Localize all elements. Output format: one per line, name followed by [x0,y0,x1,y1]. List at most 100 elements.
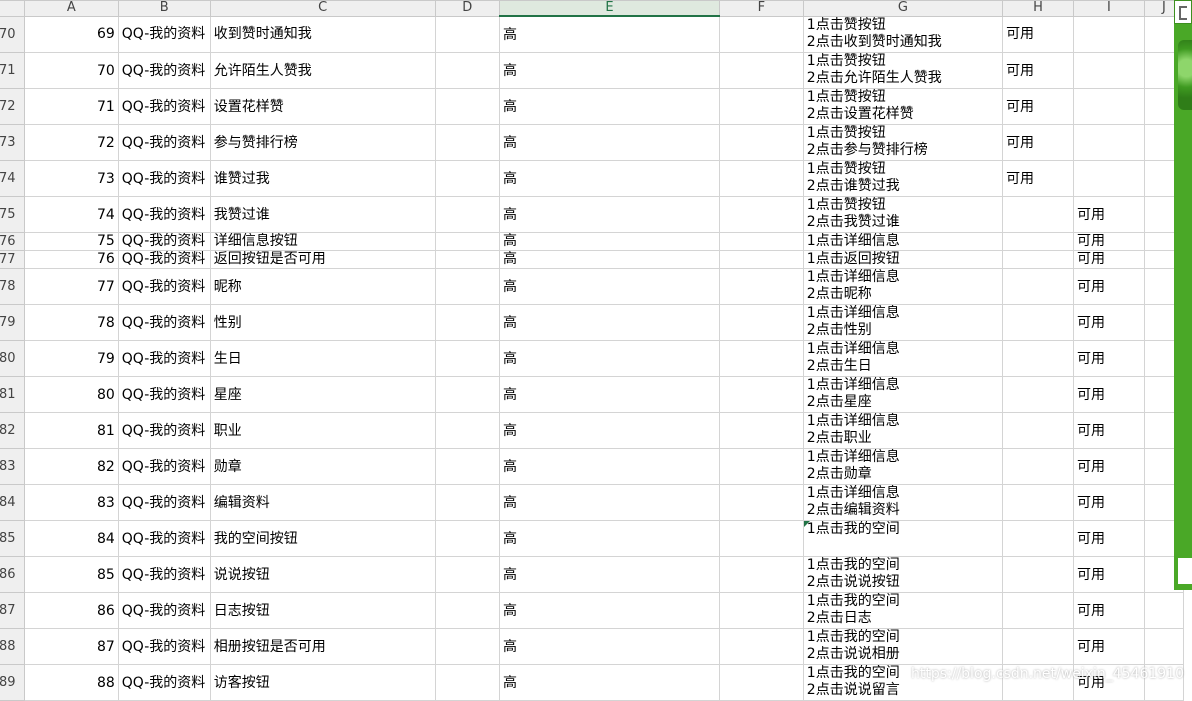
cell-g[interactable]: 1点击赞按钮 2点击设置花样赞 [802,88,1004,125]
cell-h[interactable] [1002,412,1074,449]
cell-j[interactable] [1143,628,1185,665]
cell-g[interactable]: 1点击详细信息 2点击职业 [802,412,1004,449]
column-header-a[interactable]: A [23,0,119,17]
row-header[interactable]: 87 [0,592,25,629]
cell-e[interactable]: 高 [498,484,721,521]
cell-f[interactable] [719,160,804,197]
row-header[interactable]: 85 [0,520,25,557]
cell-d[interactable] [434,88,500,125]
cell-h[interactable]: 可用 [1002,124,1074,161]
cell-b[interactable]: QQ-我的资料 [117,556,211,593]
cell-c[interactable]: 参与赞排行榜 [209,124,436,161]
cell-e[interactable]: 高 [498,196,721,233]
cell-i[interactable]: 可用 [1072,592,1145,629]
cell-h[interactable] [1002,556,1074,593]
cell-d[interactable] [434,15,500,53]
column-header-i[interactable]: I [1072,0,1145,17]
cell-c[interactable]: 性别 [209,304,436,341]
cell-b[interactable]: QQ-我的资料 [117,448,211,485]
cell-c[interactable]: 昵称 [209,268,436,305]
cell-g[interactable]: 1点击赞按钮 2点击参与赞排行榜 [802,124,1004,161]
column-header-e[interactable]: E [498,0,721,17]
cell-b[interactable]: QQ-我的资料 [117,628,211,665]
spreadsheet-grid[interactable]: ABCDEFGHIJ 70 69 QQ-我的资料 收到赞时通知我高 1点击赞按钮 2点击收… [0,0,1192,701]
cell-i[interactable] [1072,52,1145,89]
cell-f[interactable] [719,340,804,377]
row-header[interactable]: 83 [0,448,25,485]
row-header[interactable]: 72 [0,88,25,125]
cell-d[interactable] [434,412,500,449]
cell-e[interactable]: 高 [498,556,721,593]
cell-f[interactable] [719,664,804,701]
cell-g[interactable]: 1点击详细信息 2点击生日 [802,340,1004,377]
cell-b[interactable]: QQ-我的资料 [117,664,211,701]
cell-f[interactable] [719,268,804,305]
cell-h[interactable] [1002,592,1074,629]
cell-e[interactable]: 高 [498,628,721,665]
cell-g[interactable]: 1点击详细信息 2点击性别 [802,304,1004,341]
cell-e[interactable]: 高 [498,376,721,413]
cell-a[interactable]: 84 [23,520,119,557]
cell-i[interactable]: 可用 [1072,250,1145,269]
cell-a[interactable]: 78 [23,304,119,341]
cell-g[interactable]: 1点击详细信息 2点击编辑资料 [802,484,1004,521]
cell-a[interactable]: 79 [23,340,119,377]
cell-h[interactable] [1002,304,1074,341]
cell-i[interactable] [1072,88,1145,125]
cell-h[interactable] [1002,232,1074,251]
cell-b[interactable]: QQ-我的资料 [117,376,211,413]
cell-h[interactable] [1002,484,1074,521]
cell-b[interactable]: QQ-我的资料 [117,268,211,305]
cell-a[interactable]: 77 [23,268,119,305]
cell-f[interactable] [719,124,804,161]
cell-b[interactable]: QQ-我的资料 [117,484,211,521]
cell-e[interactable]: 高 [498,250,721,269]
cell-e[interactable]: 高 [498,340,721,377]
cell-i[interactable]: 可用 [1072,484,1145,521]
cell-a[interactable]: 71 [23,88,119,125]
cell-i[interactable]: 可用 [1072,340,1145,377]
cell-f[interactable] [719,448,804,485]
cell-e[interactable]: 高 [498,268,721,305]
cell-b[interactable]: QQ-我的资料 [117,232,211,251]
cell-h[interactable]: 可用 [1002,15,1074,53]
cell-d[interactable] [434,484,500,521]
row-header[interactable]: 71 [0,52,25,89]
row-header[interactable]: 78 [0,268,25,305]
cell-i[interactable]: 可用 [1072,268,1145,305]
row-header[interactable]: 73 [0,124,25,161]
cell-g[interactable]: 1点击赞按钮 2点击允许陌生人赞我 [802,52,1004,89]
cell-d[interactable] [434,448,500,485]
cell-a[interactable]: 80 [23,376,119,413]
cell-a[interactable]: 74 [23,196,119,233]
cell-f[interactable] [719,556,804,593]
row-header[interactable]: 86 [0,556,25,593]
cell-f[interactable] [719,484,804,521]
cell-c[interactable]: 日志按钮 [209,592,436,629]
cell-i[interactable]: 可用 [1072,304,1145,341]
cell-h[interactable] [1002,448,1074,485]
cell-a[interactable]: 72 [23,124,119,161]
cell-g[interactable]: 1点击我的空间 2点击日志 [802,592,1004,629]
cell-i[interactable] [1072,124,1145,161]
cell-d[interactable] [434,250,500,269]
cell-f[interactable] [719,232,804,251]
cell-d[interactable] [434,556,500,593]
row-header[interactable]: 70 [0,15,25,53]
cell-c[interactable]: 星座 [209,376,436,413]
cell-c[interactable]: 编辑资料 [209,484,436,521]
cell-g[interactable]: 1点击赞按钮 2点击收到赞时通知我 [802,15,1004,53]
cell-d[interactable] [434,196,500,233]
row-header[interactable]: 77 [0,250,25,269]
cell-i[interactable]: 可用 [1072,556,1145,593]
cell-d[interactable] [434,232,500,251]
cell-h[interactable]: 可用 [1002,88,1074,125]
cell-g[interactable]: 1点击返回按钮 [802,250,1004,269]
cell-c[interactable]: 允许陌生人赞我 [209,52,436,89]
row-header[interactable]: 75 [0,196,25,233]
cell-e[interactable]: 高 [498,448,721,485]
cell-d[interactable] [434,160,500,197]
cell-b[interactable]: QQ-我的资料 [117,124,211,161]
cell-i[interactable]: 可用 [1072,448,1145,485]
side-panel[interactable] [1174,0,1192,590]
